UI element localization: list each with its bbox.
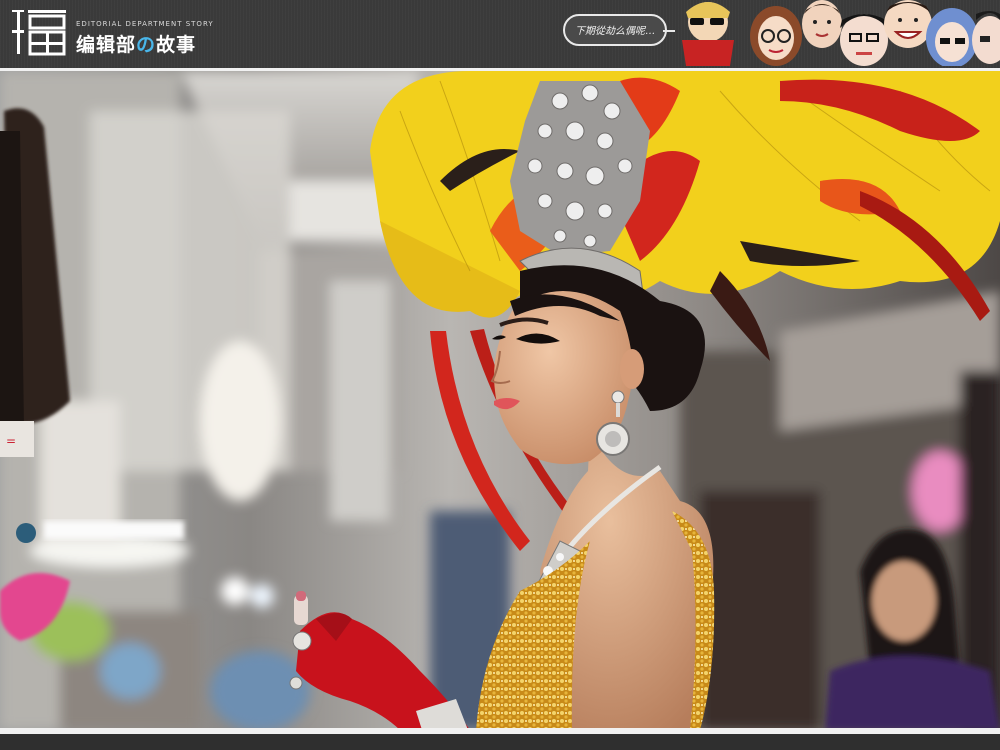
- header-title-part1: 编辑部: [76, 34, 137, 56]
- header-subtitle: EDITORIAL DEPARTMENT STORY: [76, 20, 214, 28]
- ring: [292, 631, 312, 651]
- editor-faces-illustration: [682, 0, 1000, 66]
- face-man-glasses-icon: [840, 14, 888, 66]
- logo-mark-icon: [12, 10, 66, 56]
- header-title-part2: 故事: [156, 34, 197, 56]
- face-man-icon: [802, 0, 842, 48]
- speech-bubble-text: 下期從劫么偶呢…: [575, 26, 655, 37]
- face: [490, 291, 644, 465]
- face-blue-hair-icon: [926, 8, 978, 66]
- face-glasses-woman-icon: [750, 6, 802, 66]
- bottom-bar: [0, 734, 1000, 750]
- face-partial-icon: [972, 11, 1000, 64]
- header-title-no: の: [136, 34, 157, 56]
- face-grin-icon: [884, 0, 932, 48]
- speech-bubble: 下期從劫么偶呢…: [563, 14, 675, 46]
- header-bar: EDITORIAL DEPARTMENT STORY 编辑部の故事 下期從劫么偶…: [0, 0, 1000, 68]
- photo: =: [0, 68, 1000, 730]
- photo-scene: =: [0, 71, 1000, 730]
- shop-tag-text: =: [6, 434, 16, 448]
- header-title: 编辑部の故事: [76, 30, 196, 57]
- face-sunglasses-icon: [682, 2, 734, 66]
